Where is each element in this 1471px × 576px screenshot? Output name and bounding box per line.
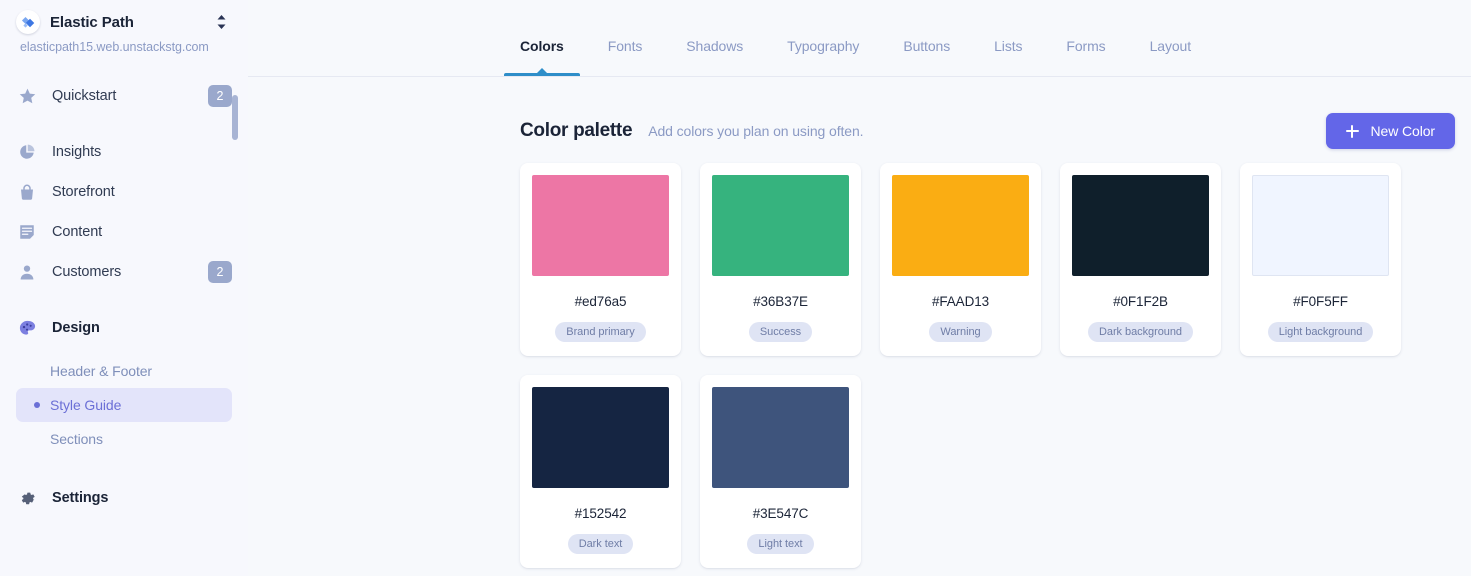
app-root: Elastic Path elasticpath15.web.unstackst…: [0, 0, 1471, 576]
sidebar-item-label: Content: [52, 224, 232, 240]
new-color-label: New Color: [1371, 123, 1435, 139]
sidebar-item-label: Insights: [52, 144, 232, 160]
user-icon: [16, 261, 38, 283]
sidebar-nav: Quickstart 2 Insights: [0, 76, 248, 518]
tab-shadows[interactable]: Shadows: [686, 38, 743, 76]
sidebar-item-style-guide[interactable]: Style Guide: [16, 388, 232, 422]
color-swatch: [712, 387, 849, 488]
sidebar-item-customers[interactable]: Customers 2: [0, 252, 248, 292]
palette-panel: Color palette Add colors you plan on usi…: [248, 77, 1471, 568]
color-swatch: [1252, 175, 1389, 276]
color-role-badge: Light background: [1268, 322, 1374, 342]
sidebar-item-label: Storefront: [52, 184, 232, 200]
palette-icon: [16, 317, 38, 339]
color-hex: #0F1F2B: [1113, 294, 1168, 309]
tab-label: Shadows: [686, 38, 743, 54]
page-subtitle: Add colors you plan on using often.: [648, 123, 863, 139]
color-card[interactable]: #36B37E Success: [700, 163, 861, 356]
document-icon: [16, 221, 38, 243]
tab-label: Forms: [1066, 38, 1105, 54]
tab-lists[interactable]: Lists: [994, 38, 1022, 76]
color-card[interactable]: #FAAD13 Warning: [880, 163, 1041, 356]
tab-forms[interactable]: Forms: [1066, 38, 1105, 76]
color-role-badge: Dark background: [1088, 322, 1193, 342]
tab-buttons[interactable]: Buttons: [903, 38, 950, 76]
sidebar-item-label: Settings: [52, 490, 232, 506]
color-hex: #152542: [575, 506, 627, 521]
brand-domain: elasticpath15.web.unstackstg.com: [0, 34, 248, 54]
sidebar-item-label: Design: [52, 320, 232, 336]
color-role-badge: Brand primary: [555, 322, 645, 342]
palette-header: Color palette Add colors you plan on usi…: [520, 77, 1471, 153]
tab-label: Fonts: [608, 38, 643, 54]
brand-row[interactable]: Elastic Path: [0, 4, 248, 34]
color-role-badge: Warning: [929, 322, 991, 342]
color-hex: #ed76a5: [575, 294, 627, 309]
tab-layout[interactable]: Layout: [1150, 38, 1191, 76]
color-swatch: [712, 175, 849, 276]
new-color-button[interactable]: New Color: [1326, 113, 1455, 149]
tab-label: Colors: [520, 38, 564, 54]
subnav-label: Header & Footer: [50, 363, 152, 379]
color-card[interactable]: #152542 Dark text: [520, 375, 681, 568]
status-badge: 2: [208, 261, 232, 283]
sidebar-item-quickstart[interactable]: Quickstart 2: [0, 76, 248, 116]
sidebar-item-header-footer[interactable]: Header & Footer: [16, 354, 232, 388]
subnav-label: Style Guide: [50, 397, 121, 413]
star-icon: [16, 85, 38, 107]
color-swatch: [532, 175, 669, 276]
main-content: Colors Fonts Shadows Typography Buttons …: [248, 0, 1471, 576]
sidebar-item-insights[interactable]: Insights: [0, 132, 248, 172]
color-swatch: [1072, 175, 1209, 276]
color-swatch: [532, 387, 669, 488]
color-hex: #FAAD13: [932, 294, 989, 309]
sidebar-item-content[interactable]: Content: [0, 212, 248, 252]
color-hex: #36B37E: [753, 294, 808, 309]
sidebar: Elastic Path elasticpath15.web.unstackst…: [0, 0, 248, 576]
color-role-badge: Success: [749, 322, 812, 342]
color-card[interactable]: #ed76a5 Brand primary: [520, 163, 681, 356]
color-card-grid: #ed76a5 Brand primary #36B37E Success #F…: [520, 163, 1471, 568]
color-role-badge: Dark text: [568, 534, 634, 554]
tab-bar: Colors Fonts Shadows Typography Buttons …: [248, 0, 1471, 77]
color-card[interactable]: #3E547C Light text: [700, 375, 861, 568]
sidebar-item-storefront[interactable]: Storefront: [0, 172, 248, 212]
color-role-badge: Light text: [747, 534, 813, 554]
sidebar-item-label: Customers: [52, 264, 194, 280]
elastic-path-logo-icon: [16, 10, 40, 34]
gear-icon: [16, 487, 38, 509]
pie-chart-icon: [16, 141, 38, 163]
tab-label: Layout: [1150, 38, 1191, 54]
tab-typography[interactable]: Typography: [787, 38, 859, 76]
sidebar-item-settings[interactable]: Settings: [0, 478, 248, 518]
subnav-label: Sections: [50, 431, 103, 447]
sidebar-item-label: Quickstart: [52, 88, 194, 104]
color-card[interactable]: #0F1F2B Dark background: [1060, 163, 1221, 356]
shopping-bag-icon: [16, 181, 38, 203]
color-swatch: [892, 175, 1029, 276]
tab-fonts[interactable]: Fonts: [608, 38, 643, 76]
sidebar-item-sections[interactable]: Sections: [16, 422, 232, 456]
sidebar-scrollbar[interactable]: [232, 95, 238, 140]
tab-label: Typography: [787, 38, 859, 54]
tab-colors[interactable]: Colors: [520, 38, 564, 76]
status-badge: 2: [208, 85, 232, 107]
plus-icon: [1346, 125, 1359, 138]
sidebar-item-design[interactable]: Design: [0, 308, 248, 348]
chevron-up-down-icon[interactable]: [212, 11, 230, 33]
color-card[interactable]: #F0F5FF Light background: [1240, 163, 1401, 356]
page-title: Color palette: [520, 120, 632, 142]
active-tab-caret-icon: [537, 68, 547, 73]
tab-label: Buttons: [903, 38, 950, 54]
color-hex: #F0F5FF: [1293, 294, 1348, 309]
color-hex: #3E547C: [753, 506, 809, 521]
tab-label: Lists: [994, 38, 1022, 54]
brand-name: Elastic Path: [50, 14, 202, 31]
